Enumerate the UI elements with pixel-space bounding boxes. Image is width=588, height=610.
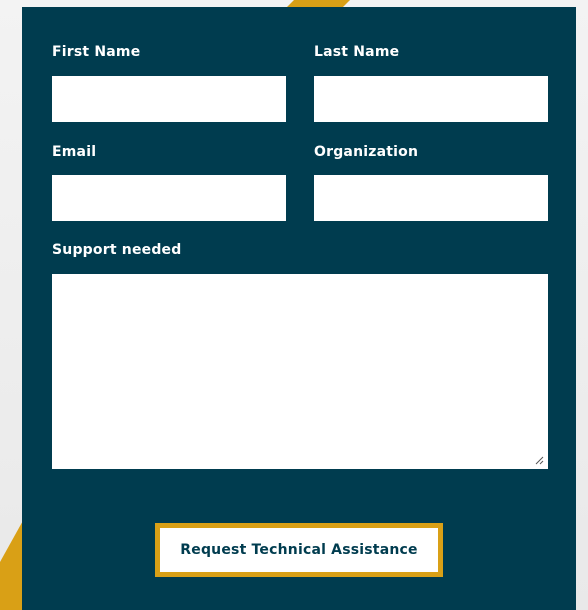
email-input[interactable] — [52, 175, 286, 221]
first-name-input[interactable] — [52, 76, 286, 122]
email-label: Email — [52, 144, 97, 160]
request-technical-assistance-button[interactable]: Request Technical Assistance — [155, 523, 443, 577]
organization-label: Organization — [314, 144, 419, 160]
technical-assistance-form: First Name Last Name Email Organization … — [22, 7, 576, 610]
first-name-label: First Name — [52, 44, 141, 60]
last-name-label: Last Name — [314, 44, 400, 60]
support-needed-textarea[interactable] — [52, 274, 548, 469]
last-name-input[interactable] — [314, 76, 548, 122]
resize-grip-icon[interactable] — [534, 455, 544, 465]
page: First Name Last Name Email Organization … — [0, 0, 588, 610]
support-needed-label: Support needed — [52, 242, 182, 258]
organization-input[interactable] — [314, 175, 548, 221]
